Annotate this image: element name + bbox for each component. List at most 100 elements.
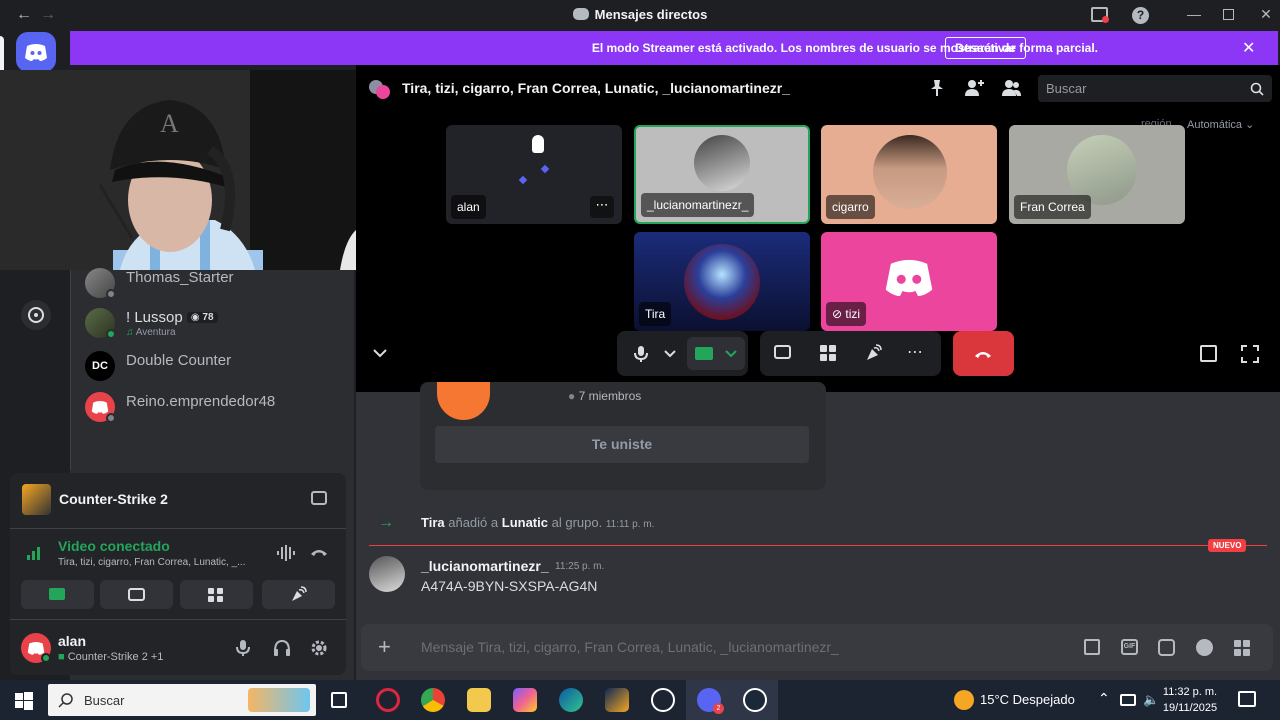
gift-icon[interactable]: [1084, 639, 1100, 655]
home-button[interactable]: [16, 32, 56, 72]
chrome-icon[interactable]: [421, 688, 445, 712]
network-icon[interactable]: [1120, 694, 1136, 706]
dm-item[interactable]: ! Lussop ◉ 78 ♫ Aventura: [85, 304, 345, 340]
fullscreen-icon[interactable]: [1241, 345, 1259, 363]
dm-name: Reino.emprendedor48: [126, 393, 276, 410]
more-options-icon[interactable]: ⋯: [907, 342, 923, 362]
chevron-down-icon[interactable]: [664, 350, 676, 358]
soundboard-icon: [292, 586, 307, 601]
soundboard-button[interactable]: [262, 580, 335, 609]
user-avatar[interactable]: [21, 633, 51, 663]
apps-icon[interactable]: [1233, 639, 1251, 657]
screen-share-icon[interactable]: [774, 345, 791, 359]
chevron-up-icon[interactable]: ⌃: [1098, 690, 1110, 707]
edge-icon[interactable]: [559, 688, 583, 712]
participant-tile[interactable]: cigarro: [821, 125, 997, 224]
voice-connection-status[interactable]: Video conectado: [58, 538, 170, 554]
headphones-icon[interactable]: [273, 639, 291, 657]
gif-icon[interactable]: GIF: [1121, 639, 1138, 655]
file-explorer-icon[interactable]: [467, 688, 491, 712]
dm-item[interactable]: Reino.emprendedor48: [85, 388, 345, 424]
notifications-icon[interactable]: [1238, 691, 1256, 707]
disconnect-icon[interactable]: [309, 546, 329, 558]
popout-icon[interactable]: [1200, 345, 1217, 362]
explore-servers-button[interactable]: [21, 300, 51, 330]
connection-signal-icon[interactable]: [26, 543, 44, 561]
clock-time[interactable]: 11:32 p. m.: [1160, 686, 1220, 698]
soundboard-icon[interactable]: [864, 344, 882, 362]
clock-date[interactable]: 19/11/2025: [1160, 702, 1220, 714]
counter-strike-icon[interactable]: [605, 688, 629, 712]
chat-area: ● 7 miembros Te uniste → Tira añadió a L…: [356, 382, 1280, 680]
inbox-icon[interactable]: [1091, 7, 1109, 23]
participant-tile[interactable]: alan ⋯: [446, 125, 622, 224]
microphone-icon[interactable]: [236, 639, 250, 657]
opera-icon[interactable]: [376, 688, 400, 712]
discord-taskbar-icon[interactable]: 2: [697, 688, 724, 714]
system-actor[interactable]: Tira: [421, 515, 445, 530]
task-view-icon[interactable]: [331, 692, 347, 708]
camera-button[interactable]: [21, 580, 94, 609]
member-count: 7 miembros: [578, 389, 642, 403]
speedometer-icon[interactable]: [651, 688, 675, 712]
call-area: Tira, tizi, cigarro, Fran Correa, Lunati…: [356, 65, 1280, 392]
maximize-button[interactable]: [1223, 9, 1234, 20]
pin-icon[interactable]: [928, 79, 946, 97]
activities-button[interactable]: [180, 580, 253, 609]
search-highlight-image: [248, 688, 310, 712]
help-icon[interactable]: ?: [1132, 7, 1149, 24]
windows-start-icon[interactable]: [15, 692, 33, 710]
close-window-button[interactable]: ✕: [1256, 6, 1276, 24]
copilot-icon[interactable]: [513, 688, 537, 712]
system-time: 11:11 p. m.: [605, 519, 655, 530]
weather-text[interactable]: 15°C Despejado: [980, 692, 1075, 707]
camera-button[interactable]: [687, 337, 745, 370]
message-timestamp: 11:25 p. m.: [555, 561, 605, 572]
participant-tile-speaking[interactable]: _lucianomartinezr_: [634, 125, 810, 224]
taskbar-search-placeholder: Buscar: [84, 693, 125, 708]
chevron-down-icon: ⌄: [1245, 119, 1255, 131]
controller-icon: ■: [58, 651, 65, 663]
participant-tile[interactable]: ⊘ tizi: [821, 232, 997, 331]
message-author[interactable]: _lucianomartinezr_: [421, 558, 549, 574]
chevron-down-icon[interactable]: [373, 349, 387, 358]
username: alan: [58, 633, 87, 649]
volume-icon[interactable]: 🔈: [1143, 692, 1159, 708]
badge-count: 78: [202, 312, 214, 323]
taskbar-search[interactable]: Buscar: [48, 684, 316, 716]
emoji-icon[interactable]: [1196, 639, 1213, 656]
members-icon[interactable]: [1002, 79, 1022, 97]
disable-streamer-button[interactable]: Desactivar: [945, 37, 1026, 59]
composer-placeholder: Mensaje Tira, tizi, cigarro, Fran Correa…: [421, 639, 839, 655]
message-composer[interactable]: + Mensaje Tira, tizi, cigarro, Fran Corr…: [361, 624, 1273, 671]
joined-button[interactable]: Te uniste: [435, 426, 809, 463]
counter-strike-icon: [22, 484, 51, 515]
steam-icon[interactable]: [743, 688, 767, 712]
sticker-icon[interactable]: [1158, 639, 1175, 656]
author-avatar[interactable]: [369, 556, 405, 592]
search-input[interactable]: Buscar: [1038, 75, 1272, 102]
participant-tile[interactable]: Fran Correa: [1009, 125, 1185, 224]
minimize-button[interactable]: —: [1184, 6, 1204, 24]
microphone-icon[interactable]: [634, 345, 648, 363]
more-options-icon[interactable]: ⋯: [590, 196, 614, 218]
dm-item[interactable]: DC Double Counter: [85, 347, 345, 383]
user-activity-status: Counter-Strike 2 +1: [67, 651, 164, 663]
add-attachment-icon[interactable]: +: [378, 634, 391, 660]
system-target[interactable]: Lunatic: [502, 515, 548, 530]
close-icon[interactable]: ✕: [1242, 38, 1255, 58]
dm-item[interactable]: Thomas_Starter: [85, 264, 345, 300]
noise-suppression-icon[interactable]: [276, 544, 296, 562]
participant-tile[interactable]: Tira: [634, 232, 810, 331]
end-call-button[interactable]: [953, 331, 1014, 376]
share-screen-button[interactable]: [100, 580, 173, 609]
screen-share-icon[interactable]: [311, 491, 327, 505]
participant-avatar: [684, 244, 760, 320]
region-selector[interactable]: Automática ⌄: [1187, 118, 1254, 131]
weather-icon: [954, 690, 974, 710]
gear-icon[interactable]: [310, 639, 328, 657]
participant-name: Fran Correa: [1014, 195, 1091, 219]
group-icon: [437, 382, 490, 420]
add-friend-icon[interactable]: [964, 79, 984, 97]
activities-icon[interactable]: [819, 344, 837, 362]
